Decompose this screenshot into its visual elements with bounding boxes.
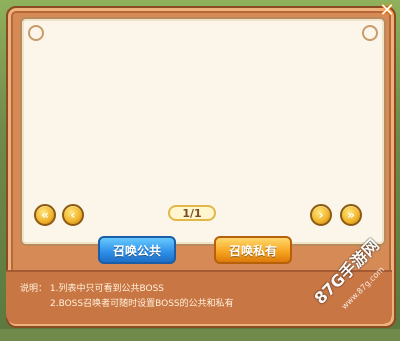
notes-prefix: 说明： xyxy=(20,284,48,294)
double-chevron-left-icon: « xyxy=(41,208,49,222)
first-page-button[interactable]: « xyxy=(34,204,56,226)
note-line-1: 1.列表中只可看到公共BOSS xyxy=(49,284,165,294)
summon-public-label: 召唤公共 xyxy=(112,243,161,258)
watermark-brand: 87G手游网 xyxy=(310,235,383,308)
note-line-2: 2.BOSS召唤者可随时设置BOSS的公共和私有 xyxy=(50,299,234,309)
summon-private-label: 召唤私有 xyxy=(228,243,277,258)
next-page-button[interactable]: › xyxy=(310,204,332,226)
page-indicator: 1/1 xyxy=(168,205,216,221)
summon-public-button[interactable]: 召唤公共 xyxy=(98,236,176,264)
chevron-left-icon: ‹ xyxy=(70,208,76,222)
prev-page-button[interactable]: ‹ xyxy=(62,204,84,226)
close-icon[interactable]: ✕ xyxy=(376,0,398,22)
page-text: 1/1 xyxy=(182,206,202,220)
summon-private-button[interactable]: 召唤私有 xyxy=(214,236,292,264)
chevron-right-icon: › xyxy=(318,208,324,222)
